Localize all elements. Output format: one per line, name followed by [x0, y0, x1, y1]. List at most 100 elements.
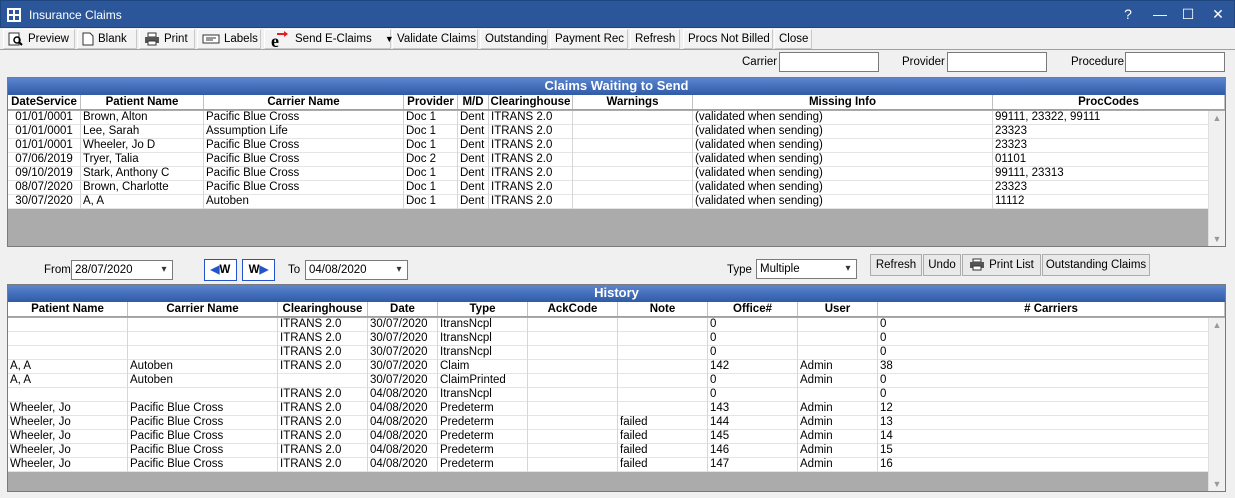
claims-waiting-col-header[interactable]: Missing Info: [693, 95, 993, 109]
print-list-button[interactable]: Print List: [962, 254, 1041, 276]
procedure-label: Procedure: [1071, 56, 1125, 68]
preview-button[interactable]: Preview: [3, 29, 75, 49]
history-cell: Wheeler, Jo: [8, 402, 128, 416]
claims-waiting-col-header[interactable]: DateService: [8, 95, 81, 109]
claims-waiting-col-header[interactable]: Clearinghouse: [489, 95, 573, 109]
history-col-header[interactable]: User: [798, 302, 878, 316]
history-col-header[interactable]: Clearinghouse: [278, 302, 368, 316]
procedure-input[interactable]: [1125, 52, 1225, 72]
claims-waiting-cell: ITRANS 2.0: [489, 111, 573, 125]
history-cell: ITRANS 2.0: [278, 332, 368, 346]
claims-waiting-cell: 11112: [993, 195, 1225, 209]
history-col-header[interactable]: Patient Name: [8, 302, 128, 316]
refresh-button[interactable]: Refresh: [630, 29, 680, 49]
send-eclaims-button[interactable]: e Send E-Claims ▼: [264, 29, 394, 49]
claims-waiting-cell: (validated when sending): [693, 125, 993, 139]
week-back-label: W: [219, 264, 231, 276]
validate-claims-button[interactable]: Validate Claims: [392, 29, 478, 49]
claims-waiting-cell: ITRANS 2.0: [489, 181, 573, 195]
minimize-button[interactable]: —: [1145, 1, 1175, 27]
history-cell: ITRANS 2.0: [278, 444, 368, 458]
history-row[interactable]: Wheeler, Jo Pacific Blue Cross ITRANS 2.0 0…: [8, 444, 1225, 458]
claims-waiting-col-header[interactable]: Warnings: [573, 95, 693, 109]
outstanding-button[interactable]: Outstanding: [480, 29, 548, 49]
claims-waiting-cell: 99111, 23322, 99111: [993, 111, 1225, 125]
history-col-header[interactable]: Date: [368, 302, 438, 316]
carrier-input[interactable]: [779, 52, 879, 72]
scroll-down-icon[interactable]: ▼: [1209, 232, 1225, 246]
claims-waiting-row[interactable]: 07/06/2019 Tryer, Talia Pacific Blue Cross…: [8, 153, 1225, 167]
claims-waiting-row[interactable]: 30/07/2020 A, A Autoben Doc 1 Dent ITRANS 2.0…: [8, 195, 1225, 209]
provider-input[interactable]: [947, 52, 1047, 72]
claims-waiting-cell: Wheeler, Jo D: [81, 139, 204, 153]
history-cell: 147: [708, 458, 798, 472]
undo-button[interactable]: Undo: [923, 254, 961, 276]
history-cell: [618, 332, 708, 346]
scroll-up-icon[interactable]: ▲: [1209, 318, 1225, 332]
history-col-header[interactable]: AckCode: [528, 302, 618, 316]
history-col-header[interactable]: Type: [438, 302, 528, 316]
claims-waiting-row[interactable]: 08/07/2020 Brown, Charlotte Pacific Blue C…: [8, 181, 1225, 195]
help-icon[interactable]: ?: [1113, 1, 1143, 27]
claims-waiting-col-header[interactable]: Patient Name: [81, 95, 204, 109]
claims-waiting-col-header[interactable]: Carrier Name: [204, 95, 404, 109]
week-forward-button[interactable]: W▶: [242, 259, 275, 281]
claims-waiting-row[interactable]: 01/01/0001 Brown, Alton Pacific Blue Cross…: [8, 111, 1225, 125]
from-date-picker[interactable]: 28/07/2020 ▾: [71, 260, 173, 280]
close-button[interactable]: Close: [774, 29, 812, 49]
type-select[interactable]: Multiple ▾: [756, 259, 857, 279]
scroll-down-icon[interactable]: ▼: [1209, 477, 1225, 491]
history-row[interactable]: ITRANS 2.0 30/07/2020 ItransNcpl 0 0: [8, 332, 1225, 346]
claims-waiting-row[interactable]: 01/01/0001 Wheeler, Jo D Pacific Blue Cros…: [8, 139, 1225, 153]
close-window-button[interactable]: ✕: [1203, 1, 1233, 27]
history-row[interactable]: A, A Autoben ITRANS 2.0 30/07/2020 Claim 142 A…: [8, 360, 1225, 374]
blank-button[interactable]: Blank: [77, 29, 137, 49]
history-row[interactable]: Wheeler, Jo Pacific Blue Cross ITRANS 2.0 0…: [8, 430, 1225, 444]
blank-page-icon: [82, 32, 94, 46]
claims-waiting-row[interactable]: 09/10/2019 Stark, Anthony C Pacific Blue C…: [8, 167, 1225, 181]
procs-not-billed-button[interactable]: Procs Not Billed: [683, 29, 773, 49]
claims-waiting-col-header[interactable]: Provider: [404, 95, 458, 109]
from-label: From: [44, 264, 71, 276]
history-row[interactable]: Wheeler, Jo Pacific Blue Cross ITRANS 2.0 0…: [8, 416, 1225, 430]
history-row[interactable]: Wheeler, Jo Pacific Blue Cross ITRANS 2.0 0…: [8, 458, 1225, 472]
history-col-header[interactable]: Note: [618, 302, 708, 316]
history-cell: 0: [708, 332, 798, 346]
history-row[interactable]: Wheeler, Jo Pacific Blue Cross ITRANS 2.0 0…: [8, 402, 1225, 416]
history-row[interactable]: ITRANS 2.0 30/07/2020 ItransNcpl 0 0: [8, 318, 1225, 332]
history-refresh-button[interactable]: Refresh: [870, 254, 922, 276]
week-back-button[interactable]: ◀W: [204, 259, 237, 281]
to-date-picker[interactable]: 04/08/2020 ▾: [305, 260, 408, 280]
history-row[interactable]: ITRANS 2.0 04/08/2020 ItransNcpl 0 0: [8, 388, 1225, 402]
history-row[interactable]: A, A Autoben 30/07/2020 ClaimPrinted 0 Admin 0: [8, 374, 1225, 388]
history-cell: Admin: [798, 458, 878, 472]
print-button[interactable]: Print: [139, 29, 195, 49]
maximize-button[interactable]: ☐: [1173, 1, 1203, 27]
history-scrollbar[interactable]: ▲ ▼: [1208, 318, 1225, 491]
history-cell: Pacific Blue Cross: [128, 402, 278, 416]
claims-waiting-cell: Brown, Charlotte: [81, 181, 204, 195]
claims-waiting-cell: Pacific Blue Cross: [204, 181, 404, 195]
payment-rec-button[interactable]: Payment Rec: [550, 29, 628, 49]
claims-waiting-col-header[interactable]: M/D: [458, 95, 489, 109]
claims-waiting-cell: [573, 181, 693, 195]
scroll-up-icon[interactable]: ▲: [1209, 111, 1225, 125]
labels-button[interactable]: Labels: [197, 29, 261, 49]
history-col-header[interactable]: # Carriers: [878, 302, 1225, 316]
claims-waiting-scrollbar[interactable]: ▲ ▼: [1208, 111, 1225, 246]
claims-waiting-cell: (validated when sending): [693, 139, 993, 153]
claims-waiting-cell: 01101: [993, 153, 1225, 167]
claims-waiting-cell: (validated when sending): [693, 195, 993, 209]
outstanding-claims-button[interactable]: Outstanding Claims: [1042, 254, 1150, 276]
claims-waiting-cell: A, A: [81, 195, 204, 209]
history-col-header[interactable]: Carrier Name: [128, 302, 278, 316]
history-cell: Autoben: [128, 360, 278, 374]
claims-waiting-col-header[interactable]: ProcCodes: [993, 95, 1225, 109]
claims-waiting-cell: 09/10/2019: [8, 167, 81, 181]
history-cell: [528, 444, 618, 458]
history-row[interactable]: ITRANS 2.0 30/07/2020 ItransNcpl 0 0: [8, 346, 1225, 360]
claims-waiting-row[interactable]: 01/01/0001 Lee, Sarah Assumption Life Doc 1…: [8, 125, 1225, 139]
history-col-header[interactable]: Office#: [708, 302, 798, 316]
history-cell: [128, 332, 278, 346]
history-cell: [798, 346, 878, 360]
